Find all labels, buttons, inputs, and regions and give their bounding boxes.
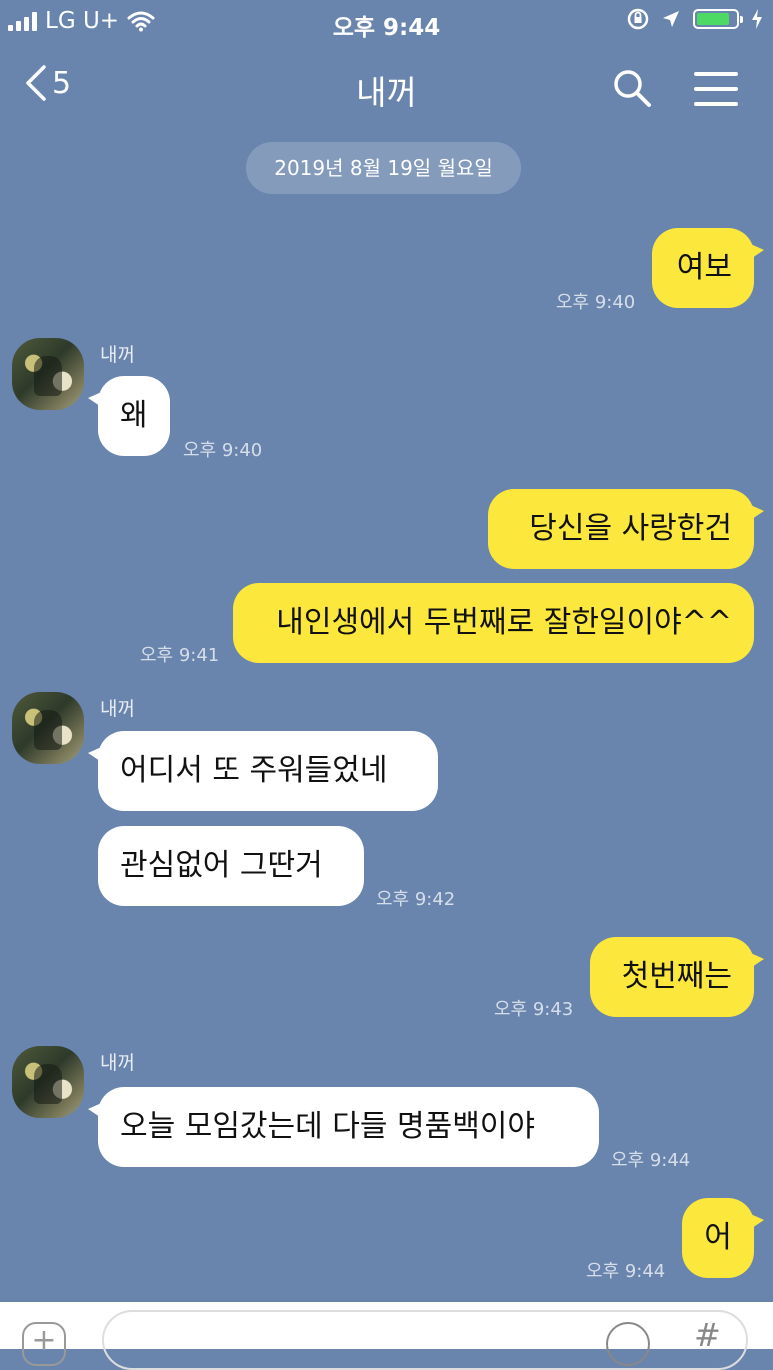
- orientation-lock-icon: [627, 8, 649, 30]
- status-bar: LG U+ 오후 9:44: [0, 0, 773, 44]
- hashtag-icon[interactable]: #: [694, 1316, 721, 1354]
- battery-level: [697, 13, 729, 25]
- emoji-icon[interactable]: [606, 1322, 650, 1366]
- message-timestamp: 오후 9:44: [611, 1150, 691, 1171]
- contact-avatar[interactable]: [12, 338, 84, 410]
- their-message-bubble[interactable]: 왜: [88, 376, 170, 456]
- sender-name: 내꺼: [100, 1052, 135, 1074]
- message-timestamp: 오후 9:40: [183, 440, 263, 461]
- battery-icon: [693, 9, 743, 29]
- message-composer: + #: [0, 1302, 773, 1370]
- chat-header: 5 내꺼: [0, 44, 773, 134]
- their-message-bubble[interactable]: 어디서 또 주워들었네: [88, 731, 438, 811]
- contact-avatar[interactable]: [12, 1046, 84, 1118]
- sender-name: 내꺼: [100, 344, 135, 366]
- date-divider: 2019년 8월 19일 월요일: [246, 142, 521, 194]
- plus-icon[interactable]: +: [22, 1322, 66, 1366]
- my-message-bubble[interactable]: 당신을 사랑한건: [488, 489, 764, 569]
- search-icon[interactable]: [612, 68, 652, 108]
- sender-name: 내꺼: [100, 698, 135, 720]
- location-arrow-icon: [663, 11, 679, 27]
- message-timestamp: 오후 9:43: [494, 999, 574, 1020]
- their-message-bubble[interactable]: 오늘 모임갔는데 다들 명품백이야: [88, 1087, 599, 1167]
- contact-avatar[interactable]: [12, 692, 84, 764]
- my-message-bubble[interactable]: 어: [682, 1198, 764, 1278]
- my-message-bubble[interactable]: 첫번째는: [590, 937, 764, 1017]
- their-message-bubble[interactable]: 관심없어 그딴거: [98, 826, 364, 906]
- my-message-bubble[interactable]: 여보: [652, 228, 764, 308]
- my-message-bubble[interactable]: 내인생에서 두번째로 잘한일이야^^: [233, 583, 754, 663]
- message-timestamp: 오후 9:40: [556, 292, 636, 313]
- charging-bolt-icon: [752, 9, 762, 29]
- chat-title: 내꺼: [356, 73, 417, 112]
- message-timestamp: 오후 9:41: [140, 645, 220, 666]
- message-timestamp: 오후 9:44: [586, 1261, 666, 1282]
- message-input[interactable]: [102, 1310, 748, 1370]
- message-timestamp: 오후 9:42: [376, 889, 456, 910]
- menu-icon[interactable]: [694, 72, 738, 106]
- status-right: [627, 8, 763, 30]
